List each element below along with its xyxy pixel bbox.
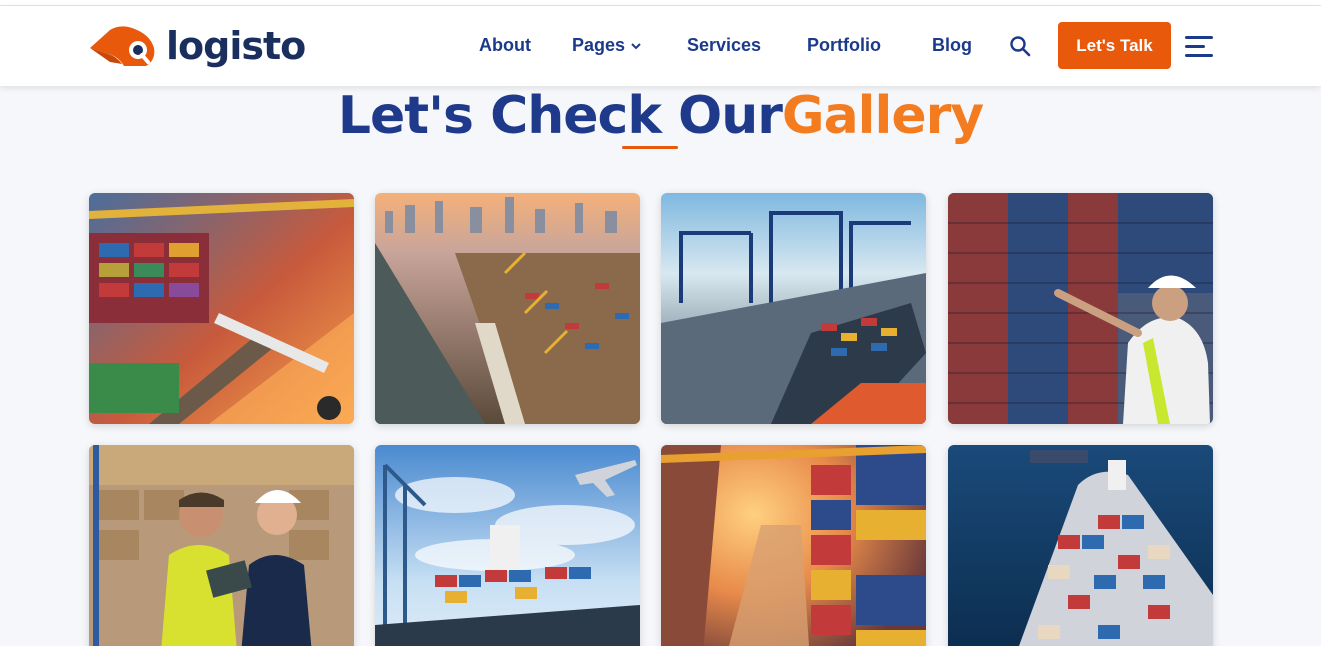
hamburger-icon: [1185, 36, 1213, 39]
hamburger-icon-line: [1185, 54, 1213, 57]
gallery-image-warehouse-workers[interactable]: [89, 445, 354, 646]
brand-name: logisto: [166, 24, 306, 68]
gallery-image-container-yard[interactable]: [661, 445, 926, 646]
gallery-image-container-ship[interactable]: [948, 445, 1213, 646]
nav-pages[interactable]: Pages: [572, 35, 641, 56]
heading-accent: Gallery: [781, 86, 984, 146]
site-header: logisto About Pages Services Portfolio B…: [0, 6, 1321, 86]
container-ship-image: [948, 445, 1213, 646]
heading-underline: [622, 146, 678, 149]
gallery-heading: Let's Check OurGallery: [0, 86, 1321, 146]
chevron-down-icon: [631, 42, 641, 49]
harbor-city-image: [375, 193, 640, 424]
gallery-image-cargo-ship-airplane[interactable]: [375, 445, 640, 646]
nav-portfolio[interactable]: Portfolio: [807, 35, 881, 56]
search-icon: [1010, 36, 1031, 57]
gallery-image-worker-containers[interactable]: [948, 193, 1213, 424]
gallery-image-container-terminal[interactable]: [89, 193, 354, 424]
gallery-image-harbor-city[interactable]: [375, 193, 640, 424]
gallery-image-port-cranes[interactable]: [661, 193, 926, 424]
nav-about-label: About: [479, 35, 531, 55]
nav-services[interactable]: Services: [687, 35, 761, 56]
search-button[interactable]: [1008, 34, 1032, 58]
cargo-ship-airplane-image: [375, 445, 640, 646]
port-cranes-image: [661, 193, 926, 424]
worker-containers-image: [948, 193, 1213, 424]
nav-blog[interactable]: Blog: [932, 35, 972, 56]
nav-about[interactable]: About: [479, 35, 531, 56]
warehouse-workers-image: [89, 445, 354, 646]
container-yard-image: [661, 445, 926, 646]
nav-blog-label: Blog: [932, 35, 972, 55]
hamburger-icon-line: [1185, 45, 1205, 48]
brand-logo[interactable]: logisto: [88, 21, 306, 71]
heading-main: Let's Check Our: [337, 86, 783, 146]
menu-button[interactable]: [1185, 36, 1213, 58]
lets-talk-button[interactable]: Let's Talk: [1058, 22, 1171, 69]
container-terminal-image: [89, 193, 354, 424]
nav-portfolio-label: Portfolio: [807, 35, 881, 55]
nav-services-label: Services: [687, 35, 762, 55]
nav-pages-label: Pages: [572, 35, 626, 55]
logo-mark-icon: [90, 26, 155, 66]
